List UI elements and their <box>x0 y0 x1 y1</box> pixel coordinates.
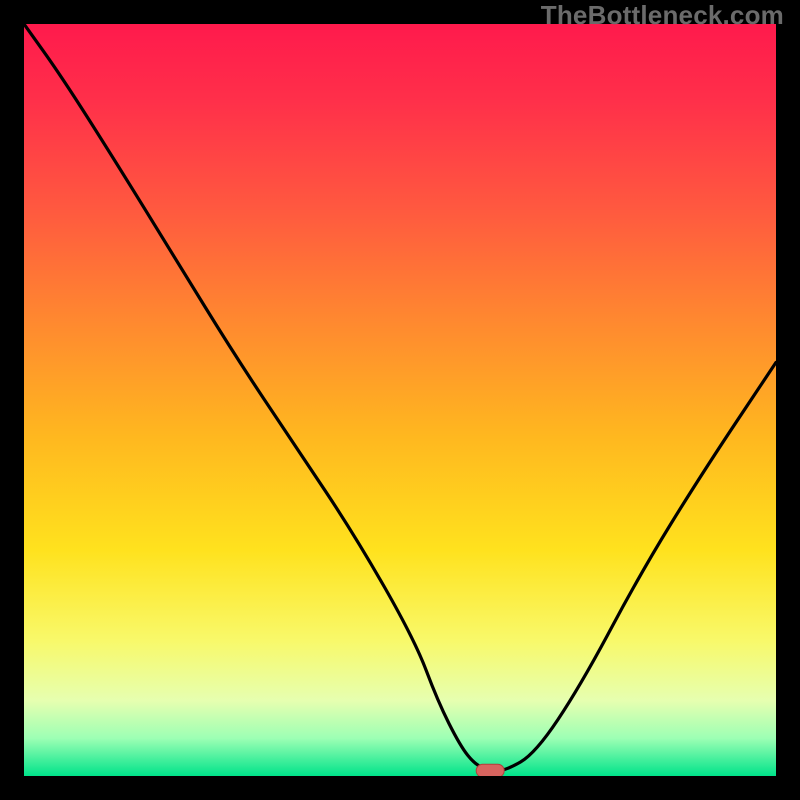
minimum-marker <box>476 764 504 776</box>
watermark-text: TheBottleneck.com <box>541 0 784 31</box>
plot-area <box>24 24 776 776</box>
chart-frame: TheBottleneck.com <box>0 0 800 800</box>
plot-svg <box>24 24 776 776</box>
gradient-background <box>24 24 776 776</box>
